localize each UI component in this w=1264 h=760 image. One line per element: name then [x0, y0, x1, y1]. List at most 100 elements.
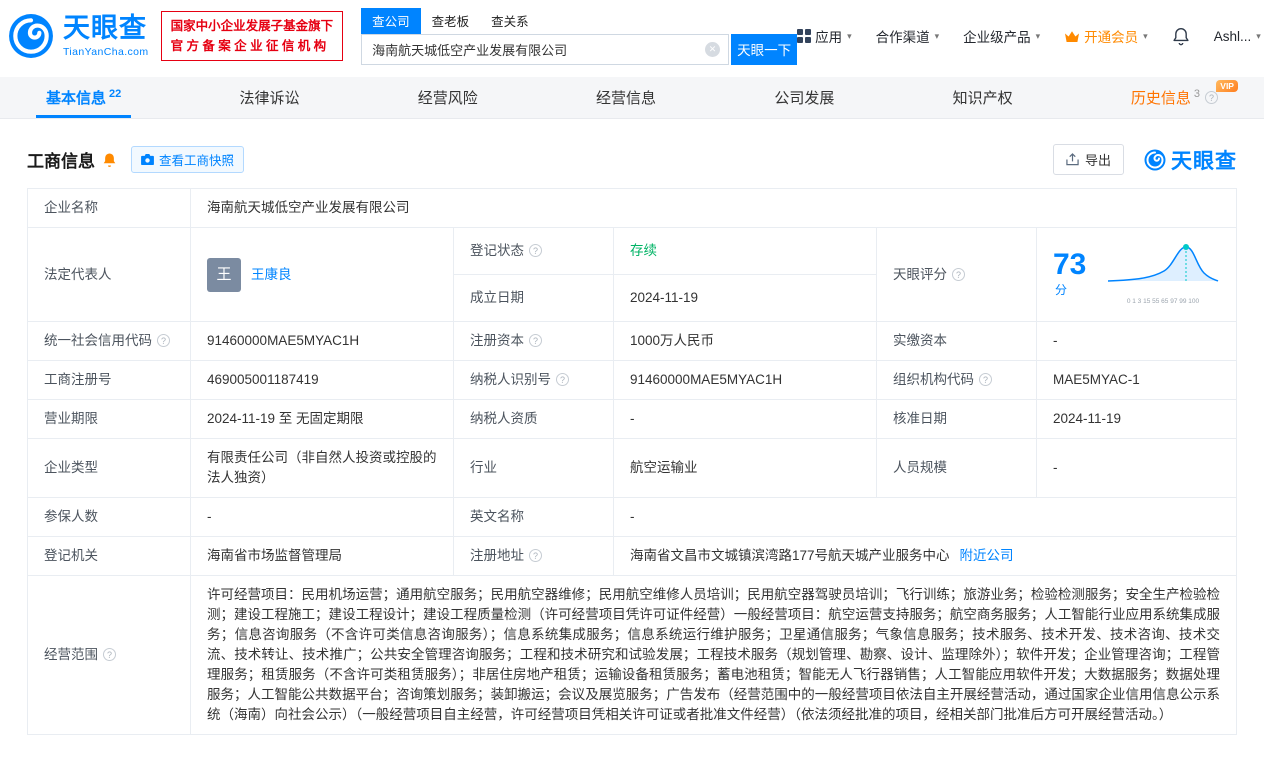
value-english-name: -	[613, 497, 1237, 537]
score-value: 73	[1053, 247, 1087, 281]
company-section-tabs: 基本信息 22 法律诉讼 经营风险 经营信息 公司发展 知识产权 历史信息 3 …	[0, 77, 1264, 119]
question-icon[interactable]: ?	[952, 267, 965, 281]
question-icon[interactable]: ?	[529, 334, 542, 347]
nav-enterprise-label: 企业级产品	[963, 30, 1031, 45]
value-reg-no: 469005001187419	[190, 360, 454, 400]
tab-history-info-count: 3	[1193, 87, 1200, 100]
notifications-button[interactable]	[1172, 27, 1190, 46]
value-reg-status: 存续	[613, 227, 877, 275]
question-icon[interactable]: ?	[1204, 91, 1218, 104]
export-button[interactable]: 导出	[1052, 144, 1124, 175]
label-business-scope-text: 经营范围	[44, 647, 98, 662]
status-badge: 存续	[630, 243, 657, 258]
tab-intellectual-property[interactable]: 知识产权	[943, 77, 1023, 118]
label-org-code-text: 组织机构代码	[893, 372, 974, 387]
tab-operating-risk[interactable]: 经营风险	[408, 77, 488, 118]
value-approval-date: 2024-11-19	[1036, 399, 1237, 439]
table-row: 营业期限 2024-11-19 至 无固定期限 纳税人资质 - 核准日期 202…	[27, 399, 1237, 439]
credential-line1: 国家中小企业发展子基金旗下	[170, 19, 334, 33]
label-approval-date: 核准日期	[876, 399, 1037, 439]
score-distribution-chart: 0 1 3 15 55 65 97 99 100	[1106, 237, 1220, 312]
user-menu[interactable]: Ashl... ▾	[1214, 29, 1261, 44]
value-legal-rep: 王 王康良	[190, 227, 454, 322]
chevron-down-icon: ▾	[1256, 30, 1261, 41]
nav-apps[interactable]: 应用 ▾	[797, 26, 852, 46]
value-business-term: 2024-11-19 至 无固定期限	[190, 399, 454, 439]
grid-icon	[797, 29, 812, 43]
label-reg-address: 注册地址?	[453, 536, 614, 576]
watermark-logo-icon	[1144, 149, 1166, 170]
label-english-name: 英文名称	[453, 497, 614, 537]
label-established: 成立日期	[453, 274, 614, 322]
nav-channel[interactable]: 合作渠道 ▾	[876, 26, 940, 46]
question-icon[interactable]: ?	[529, 549, 542, 562]
search-tab-company[interactable]: 查公司	[361, 7, 421, 34]
value-company-type: 有限责任公司（非自然人投资或控股的法人独资）	[190, 438, 454, 498]
logo-subtitle: TianYanCha.com	[63, 45, 149, 58]
score-axis-ticks: 0 1 3 15 55 65 97 99 100	[1126, 298, 1200, 305]
legal-rep-avatar[interactable]: 王	[207, 257, 241, 292]
label-legal-rep: 法定代表人	[27, 227, 191, 322]
nav-open-vip-label: 开通会员	[1084, 30, 1139, 45]
value-taxpayer-id: 91460000MAE5MYAC1H	[613, 360, 877, 400]
value-staff-size: -	[1036, 438, 1237, 498]
tab-basic-info[interactable]: 基本信息 22	[36, 77, 131, 118]
reg-address-text: 海南省文昌市文城镇滨湾路177号航天城产业服务中心	[630, 548, 950, 563]
search-tab-boss[interactable]: 查老板	[421, 8, 481, 34]
search-input[interactable]	[361, 33, 730, 65]
subscribe-bell-icon[interactable]	[102, 152, 117, 168]
label-reg-capital: 注册资本?	[453, 321, 614, 361]
value-business-scope: 许可经营项目：民用机场运营；通用航空服务；民用航空器维修；民用航空维修人员培训；…	[190, 575, 1237, 735]
question-icon[interactable]: ?	[157, 334, 170, 347]
nearby-companies-link[interactable]: 附近公司	[960, 548, 1014, 563]
search-button[interactable]: 天眼一下	[731, 33, 798, 65]
label-reg-address-text: 注册地址	[470, 548, 524, 563]
score-unit: 分	[1055, 282, 1068, 297]
tab-operating-info[interactable]: 经营信息	[586, 77, 666, 118]
tab-history-info[interactable]: 历史信息 3 ? VIP	[1121, 77, 1238, 118]
legal-rep-link[interactable]: 王康良	[251, 265, 292, 285]
value-org-code: MAE5MYAC-1	[1036, 360, 1237, 400]
nav-enterprise[interactable]: 企业级产品 ▾	[963, 26, 1040, 46]
nav-open-vip[interactable]: 开通会员 ▾	[1064, 26, 1148, 46]
question-icon[interactable]: ?	[979, 373, 992, 386]
value-paid-capital: -	[1036, 321, 1237, 361]
value-established: 2024-11-19	[613, 274, 877, 322]
business-info-header: 工商信息 查看工商快照 导出 天眼查	[27, 144, 1237, 175]
label-reg-authority: 登记机关	[27, 536, 191, 576]
value-reg-authority: 海南省市场监督管理局	[190, 536, 454, 576]
label-reg-capital-text: 注册资本	[470, 333, 524, 348]
tianyancha-logo[interactable]: 天眼查 TianYanCha.com	[8, 13, 149, 59]
label-business-term: 营业期限	[27, 399, 191, 439]
value-industry: 航空运输业	[613, 438, 877, 498]
label-industry: 行业	[453, 438, 614, 498]
value-credit-code: 91460000MAE5MYAC1H	[190, 321, 454, 361]
watermark-text: 天眼查	[1171, 149, 1237, 173]
label-credit-code: 统一社会信用代码?	[27, 321, 191, 361]
tab-basic-info-label: 基本信息	[46, 90, 107, 107]
vip-badge: VIP	[1216, 80, 1238, 93]
tab-operating-info-label: 经营信息	[596, 90, 657, 107]
question-icon[interactable]: ?	[529, 244, 542, 257]
tab-company-development[interactable]: 公司发展	[764, 77, 844, 118]
value-taxpayer-quality: -	[613, 399, 877, 439]
credential-line2: 官方备案企业征信机构	[170, 39, 330, 53]
logo-title: 天眼查	[63, 12, 147, 43]
export-icon	[1066, 153, 1079, 166]
export-label: 导出	[1084, 153, 1111, 168]
chevron-down-icon: ▾	[934, 30, 940, 41]
tab-legal-proceedings[interactable]: 法律诉讼	[230, 77, 310, 118]
label-insured-count: 参保人数	[27, 497, 191, 537]
search-tab-relation[interactable]: 查关系	[480, 8, 540, 34]
bell-icon	[1172, 27, 1190, 46]
question-icon[interactable]: ?	[103, 648, 116, 661]
table-row: 工商注册号 469005001187419 纳税人识别号? 91460000MA…	[27, 360, 1237, 400]
clear-icon[interactable]: ✕	[705, 41, 721, 57]
tianyan-score[interactable]: 73分 0 1 3 15 55 65 97 99 100	[1053, 237, 1220, 312]
label-org-code: 组织机构代码?	[876, 360, 1037, 400]
top-header: 天眼查 TianYanCha.com 国家中小企业发展子基金旗下 官方备案企业征…	[0, 0, 1264, 72]
nav-channel-label: 合作渠道	[875, 30, 930, 45]
question-icon[interactable]: ?	[556, 373, 569, 386]
business-snapshot-button[interactable]: 查看工商快照	[131, 146, 245, 173]
table-row: 参保人数 - 英文名称 -	[27, 497, 1237, 537]
